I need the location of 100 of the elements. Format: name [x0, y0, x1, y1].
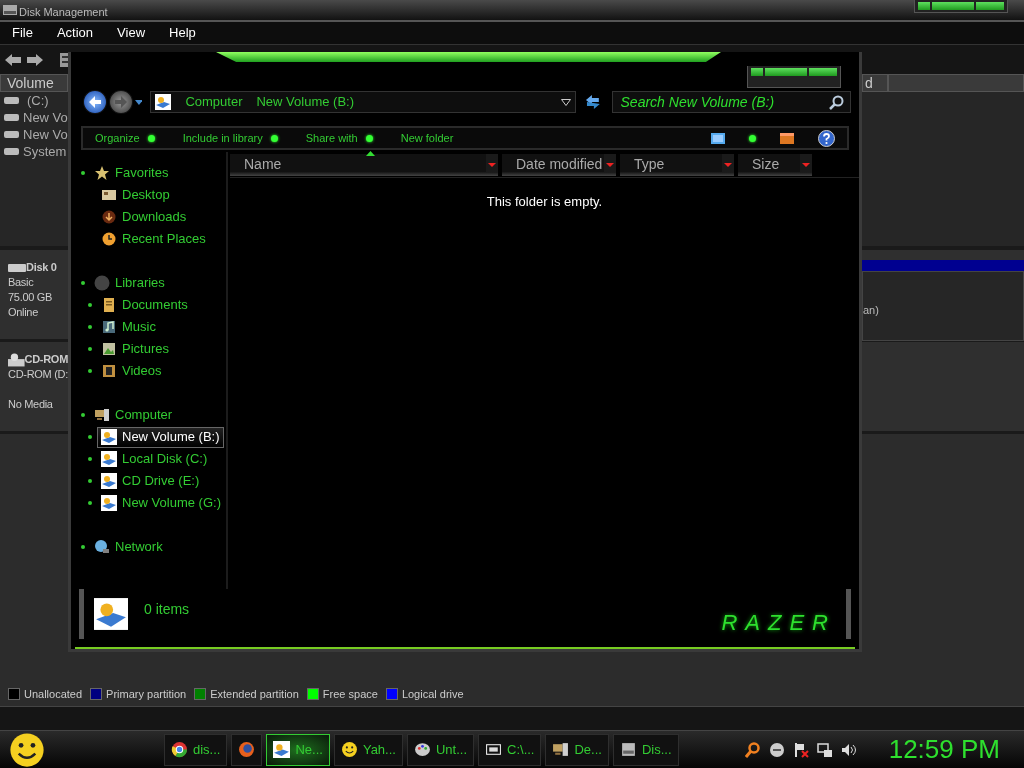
disk-type: Basic: [8, 275, 35, 290]
taskbar-button[interactable]: De...: [545, 733, 609, 766]
preview-pane-icon[interactable]: [780, 132, 794, 144]
disk-size: 75.00 GB: [8, 290, 54, 305]
disk-drive-icon: [4, 130, 19, 139]
column-header[interactable]: Name: [230, 154, 498, 176]
disk-drive-icon: [8, 262, 26, 273]
volume-name: (C:): [27, 92, 49, 109]
smiley-icon: [340, 741, 358, 758]
column-header[interactable]: Date modified: [502, 154, 616, 176]
download-icon: [101, 209, 117, 225]
expander-dot[interactable]: [88, 303, 92, 307]
status-icon[interactable]: [768, 741, 785, 758]
nav-item[interactable]: Desktop: [97, 184, 174, 206]
disk-drive-icon: [619, 741, 637, 758]
nav-item[interactable]: Network: [90, 536, 167, 558]
palette-icon: [413, 741, 431, 758]
dropdown-dot-icon[interactable]: [749, 134, 756, 142]
legend-label: Free space: [322, 686, 378, 702]
legend-label: Primary partition: [106, 686, 187, 702]
column-header[interactable]: Volume: [0, 74, 68, 92]
column-header[interactable]: Size: [738, 154, 812, 176]
taskbar-button[interactable]: Yah...: [333, 733, 403, 766]
browser-icon: [171, 741, 188, 758]
nav-item[interactable]: New Volume (G:): [97, 492, 225, 514]
expander-dot[interactable]: [81, 413, 85, 417]
globe-icon: [94, 539, 110, 555]
drive-icon: [273, 741, 291, 758]
taskbar-button[interactable]: Unt...: [406, 733, 475, 766]
nav-item[interactable]: Computer: [90, 404, 177, 426]
nav-item[interactable]: Downloads: [97, 206, 191, 228]
command-button[interactable]: Include in library: [182, 129, 278, 147]
nav-item[interactable]: Pictures: [97, 338, 173, 360]
partition-block[interactable]: an): [862, 271, 1024, 341]
expander-dot[interactable]: [88, 369, 92, 373]
view-icon[interactable]: [711, 132, 725, 144]
start-button[interactable]: [8, 730, 46, 768]
disk-name: CD-ROM: [24, 352, 68, 367]
disk-drive-icon: [2, 3, 18, 17]
caret-icon: [486, 154, 498, 172]
flag-icon[interactable]: [792, 741, 809, 758]
expander-dot[interactable]: [81, 171, 85, 175]
taskbar-button[interactable]: dis...: [164, 733, 228, 766]
expander-dot[interactable]: [88, 347, 92, 351]
nav-item[interactable]: Videos: [97, 360, 166, 382]
taskbar-button[interactable]: C:\...: [478, 733, 542, 766]
command-button[interactable]: New folder: [400, 129, 454, 147]
breadcrumb-item[interactable]: Computer: [185, 92, 243, 112]
network-icon[interactable]: [816, 741, 833, 758]
menu-item[interactable]: Action: [52, 23, 98, 43]
disk-drive-icon: [4, 96, 19, 105]
nav-item[interactable]: Recent Places: [97, 228, 210, 250]
browser-icon: [238, 741, 256, 758]
back-button[interactable]: [83, 90, 107, 114]
expander-dot[interactable]: [81, 281, 85, 285]
column-header[interactable]: Type: [620, 154, 734, 176]
back-arrow-icon[interactable]: [4, 52, 22, 67]
search-icon[interactable]: [744, 741, 761, 758]
menu-item[interactable]: File: [8, 23, 37, 43]
breadcrumb-item[interactable]: New Volume (B:): [256, 92, 355, 112]
drive-icon: [101, 429, 117, 445]
computer-icon: [94, 407, 110, 423]
search-icon[interactable]: [829, 94, 844, 110]
menu-item[interactable]: View: [113, 23, 150, 43]
clock[interactable]: 12:59 PM: [888, 730, 1000, 768]
disk-status: No Media: [8, 397, 54, 412]
expander-dot[interactable]: [88, 501, 92, 505]
forward-button[interactable]: [108, 90, 133, 114]
search-field[interactable]: Search New Volume (B:): [611, 91, 851, 113]
expander-dot[interactable]: [88, 435, 92, 439]
expander-dot[interactable]: [88, 457, 92, 461]
address-bar[interactable]: Computer New Volume (B:): [150, 91, 576, 113]
menu-item[interactable]: Help: [165, 23, 200, 43]
nav-item[interactable]: Libraries: [90, 272, 169, 294]
nav-item[interactable]: Favorites: [90, 162, 173, 184]
column-header[interactable]: d: [862, 74, 888, 92]
drive-icon: [101, 473, 117, 489]
nav-item[interactable]: New Volume (B:): [97, 426, 224, 448]
film-icon: [101, 363, 117, 379]
nav-item[interactable]: Documents: [97, 294, 192, 316]
expander-dot[interactable]: [88, 325, 92, 329]
taskbar-button[interactable]: Ne...: [266, 733, 330, 766]
forward-arrow-icon[interactable]: [26, 52, 44, 67]
taskbar-button[interactable]: [231, 733, 263, 766]
command-button[interactable]: Share with: [305, 129, 373, 147]
caret-icon[interactable]: [560, 98, 571, 106]
music-icon: [101, 319, 117, 335]
help-icon[interactable]: [818, 129, 835, 147]
command-button[interactable]: Organize: [95, 129, 155, 147]
caret-icon[interactable]: [134, 99, 143, 105]
cd-drive-icon: [8, 352, 25, 367]
nav-item[interactable]: CD Drive (E:): [97, 470, 204, 492]
expander-dot[interactable]: [81, 545, 85, 549]
window-title: Disk Management: [19, 5, 108, 20]
nav-item[interactable]: Music: [97, 316, 160, 338]
drive-icon: [155, 94, 172, 110]
nav-item[interactable]: Local Disk (C:): [97, 448, 212, 470]
taskbar-button[interactable]: Dis...: [612, 733, 679, 766]
expander-dot[interactable]: [88, 479, 92, 483]
legend-label: Unallocated: [24, 686, 83, 702]
